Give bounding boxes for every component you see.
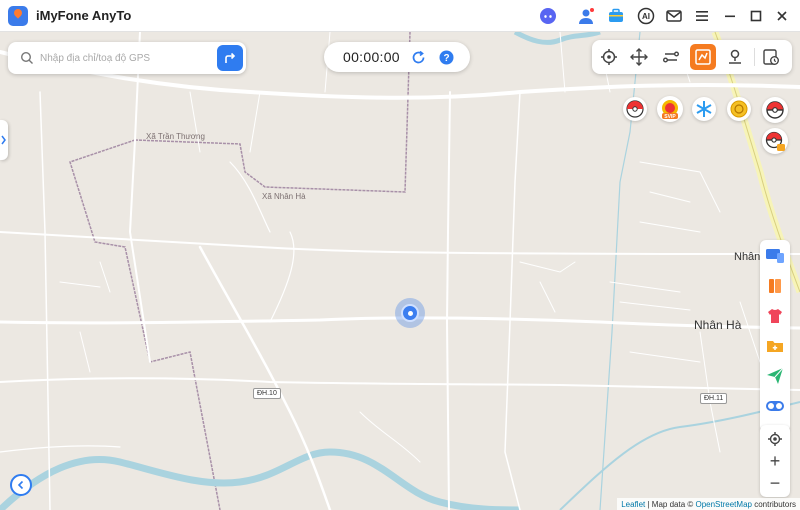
road-label-dh11: ĐH.11 xyxy=(700,393,728,404)
side-tools-panel xyxy=(760,240,790,432)
book-icon[interactable] xyxy=(763,274,787,298)
road-label-dh10: ĐH.10 xyxy=(253,388,281,399)
toolbox-icon[interactable] xyxy=(604,4,628,28)
multi-spot-mode-icon[interactable] xyxy=(690,44,716,70)
current-location-marker[interactable] xyxy=(401,304,419,322)
minimize-icon[interactable] xyxy=(718,4,742,28)
zoom-in-button[interactable]: + xyxy=(760,450,790,472)
discord-icon[interactable] xyxy=(536,4,560,28)
help-icon[interactable]: ? xyxy=(438,49,454,65)
search-go-button[interactable] xyxy=(217,45,243,71)
locate-me-icon[interactable] xyxy=(760,428,790,450)
svg-text:?: ? xyxy=(443,53,449,64)
pokeball-lock-icon[interactable] xyxy=(762,128,788,154)
map-label-nhan-partial: Nhân xyxy=(734,251,761,263)
chevron-left-icon xyxy=(17,480,24,490)
account-icon[interactable] xyxy=(574,4,598,28)
menu-icon[interactable] xyxy=(690,4,714,28)
leaflet-link[interactable]: Leaflet xyxy=(621,500,645,509)
refresh-icon[interactable] xyxy=(410,49,426,65)
title-bar: iMyFone AnyTo AI xyxy=(0,0,800,32)
pokeball-icon[interactable] xyxy=(762,97,788,123)
app-logo xyxy=(8,5,28,26)
joystick-mode-icon[interactable] xyxy=(626,44,652,70)
snowflake-icon[interactable] xyxy=(692,97,716,121)
ai-icon[interactable]: AI xyxy=(634,4,658,28)
svg-text:AI: AI xyxy=(642,12,650,21)
back-button[interactable] xyxy=(10,474,32,496)
mode-toolbar xyxy=(592,40,792,74)
mail-icon[interactable] xyxy=(662,4,686,28)
attribution-separator: | Map data © xyxy=(645,499,696,509)
zoom-out-button[interactable]: − xyxy=(760,472,790,494)
teleport-mode-icon[interactable] xyxy=(596,44,622,70)
toolbar-divider xyxy=(754,48,755,66)
sidebar-expand-tab[interactable] xyxy=(0,120,8,160)
zoom-controls: + − xyxy=(760,425,790,497)
device-screen-icon[interactable] xyxy=(763,244,787,268)
osm-link[interactable]: OpenStreetMap xyxy=(695,500,751,509)
history-icon[interactable] xyxy=(758,44,784,70)
search-icon xyxy=(20,51,33,64)
toggle-icon[interactable] xyxy=(763,394,787,418)
jump-teleport-mode-icon[interactable] xyxy=(722,44,748,70)
map-attribution: Leaflet | Map data © OpenStreetMap contr… xyxy=(617,498,800,510)
pokemon-go-svip-badge-2[interactable]: SVIP xyxy=(657,96,683,122)
svg-text:SVIP: SVIP xyxy=(664,114,676,120)
close-icon[interactable] xyxy=(770,4,794,28)
coin-icon[interactable] xyxy=(727,97,751,121)
send-icon[interactable] xyxy=(763,364,787,388)
arrow-turn-icon xyxy=(225,52,236,63)
map-label-nhan-ha: Nhân Hà xyxy=(694,318,742,332)
folder-add-icon[interactable] xyxy=(763,334,787,358)
two-spot-mode-icon[interactable] xyxy=(658,44,684,70)
map-label-xa-nhan-ha: Xã Nhân Hà xyxy=(262,192,306,201)
timer-value: 00:00:00 xyxy=(343,49,400,65)
attribution-suffix: contributors xyxy=(751,499,796,509)
cooldown-timer: 00:00:00 ? xyxy=(324,42,470,72)
search-input[interactable] xyxy=(40,52,210,64)
map-label-xa-tran-thuong: Xã Trần Thương xyxy=(146,132,205,141)
maximize-icon[interactable] xyxy=(744,4,768,28)
shirt-icon[interactable] xyxy=(763,304,787,328)
search-box xyxy=(8,42,246,74)
app-title: iMyFone AnyTo xyxy=(36,8,132,23)
pokemon-go-svip-badge[interactable] xyxy=(623,97,647,121)
